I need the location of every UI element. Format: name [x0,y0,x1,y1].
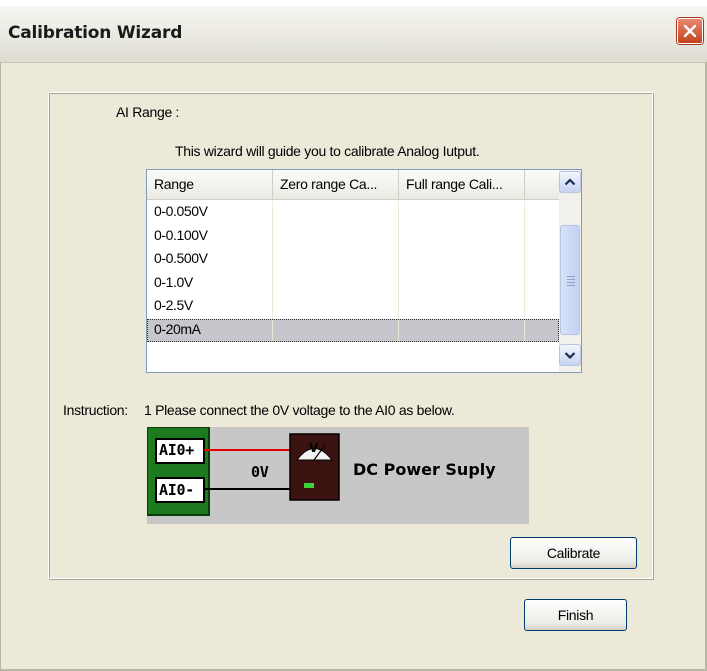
range-cell: 0-1.0V [147,271,273,295]
calibrate-button[interactable]: Calibrate [510,537,637,569]
range-cell: 0-0.500V [147,248,273,272]
full-cell [399,318,525,342]
zero-cell [273,271,399,295]
scroll-down-arrow-icon [564,352,576,360]
zero-cell [273,295,399,319]
vertical-scrollbar[interactable] [559,170,581,372]
title-bar[interactable]: Calibration Wizard [0,6,707,63]
ai0-plus-label: AI0+ [159,441,194,459]
zero-cell [273,224,399,248]
finish-button[interactable]: Finish [524,599,627,631]
thumb-grip-line [567,282,575,283]
connection-diagram: AI0+ AI0- 0V V DC Power Suply [147,427,529,524]
ai-range-label: AI Range : [116,104,180,120]
table-row[interactable]: 0-2.5V [147,295,559,319]
close-icon [683,24,697,38]
window-title: Calibration Wizard [8,23,183,43]
table-row[interactable]: 0-0.050V [147,201,559,225]
list-header: Range Zero range Ca... Full range Cali..… [147,170,559,200]
scroll-up-button[interactable] [559,171,581,193]
instruction-text: 1 Please connect the 0V voltage to the A… [144,402,455,418]
close-button[interactable] [677,18,703,44]
full-cell [399,201,525,225]
column-header-full-range[interactable]: Full range Cali... [399,170,525,199]
range-cell: 0-20mA [147,318,273,342]
full-cell [399,224,525,248]
voltage-label: 0V [251,463,269,481]
ai0-minus-label: AI0- [159,481,194,499]
full-cell [399,295,525,319]
range-list-view[interactable]: Range Zero range Ca... Full range Cali..… [146,169,582,373]
range-cell: 0-0.100V [147,224,273,248]
table-row[interactable]: 0-0.100V [147,224,559,248]
range-cell: 0-2.5V [147,295,273,319]
wizard-intro-text: This wizard will guide you to calibrate … [175,143,480,159]
column-header-filler [525,170,559,199]
thumb-grip-line [567,276,575,277]
scroll-up-arrow-icon [564,178,576,186]
thumb-grip-line [567,279,575,280]
range-cell: 0-0.050V [147,201,273,225]
column-header-zero-range[interactable]: Zero range Ca... [273,170,399,199]
table-row[interactable]: 0-0.500V [147,248,559,272]
scroll-thumb[interactable] [560,225,580,335]
meter-symbol: V [309,441,318,455]
column-header-range[interactable]: Range [147,170,273,199]
instruction-label: Instruction: [63,402,128,418]
list-rows: 0-0.050V 0-0.100V 0-0.500V 0-1.0V 0-2.5V… [147,201,559,342]
zero-cell [273,248,399,272]
table-row[interactable]: 0-1.0V [147,271,559,295]
table-row-selected[interactable]: 0-20mA [147,318,559,342]
dc-power-supply-label: DC Power Suply [353,460,496,479]
scroll-down-button[interactable] [559,344,581,366]
thumb-grip-line [567,285,575,286]
full-cell [399,248,525,272]
zero-cell [273,201,399,225]
full-cell [399,271,525,295]
zero-cell [273,318,399,342]
